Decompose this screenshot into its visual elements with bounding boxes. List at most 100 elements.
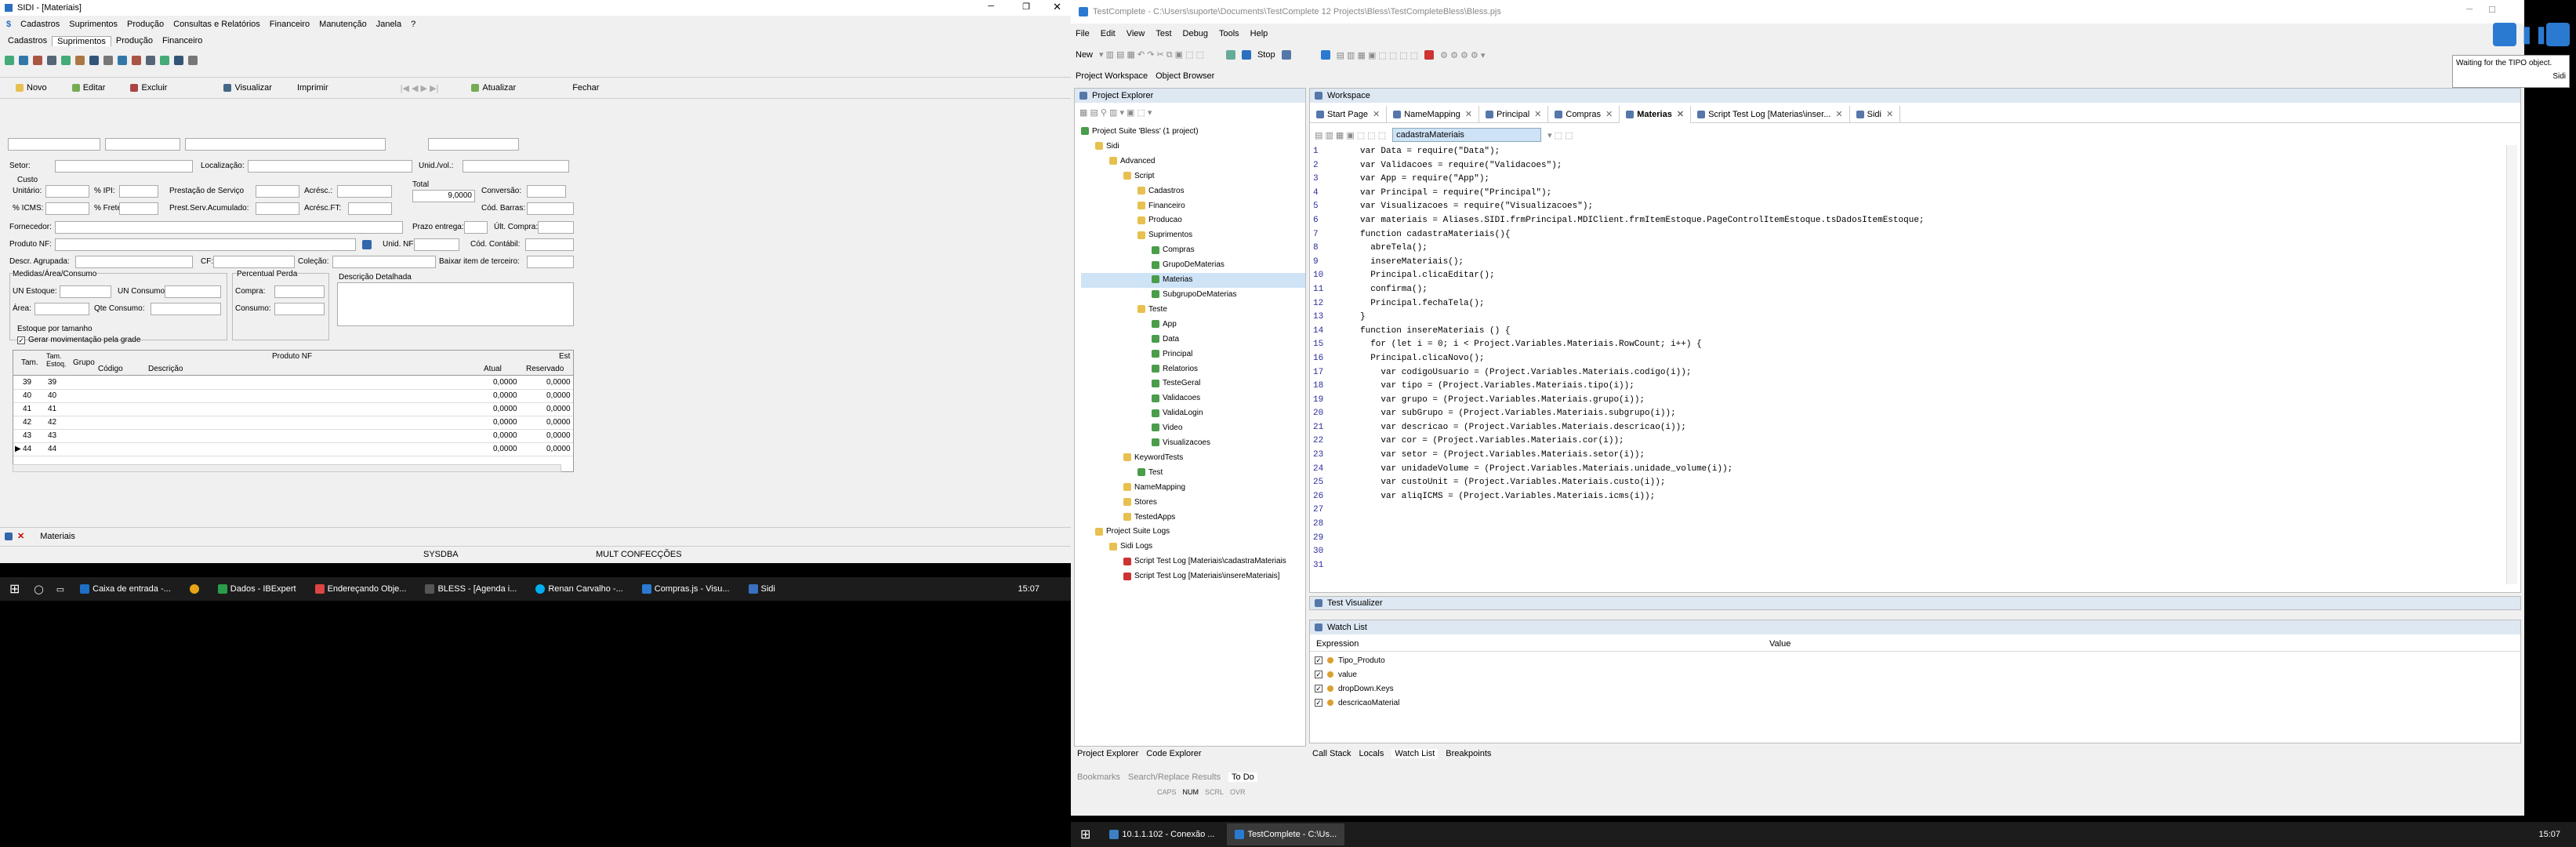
- ult-compra-field[interactable]: [538, 221, 574, 234]
- table-row[interactable]: 40 40 0,0000 0,0000: [13, 390, 573, 403]
- tab-watch-list[interactable]: Watch List: [1391, 749, 1439, 758]
- toolbar-icon[interactable]: [19, 56, 28, 65]
- maximize-icon[interactable]: ☐: [2488, 5, 2496, 15]
- tab-bookmarks[interactable]: Bookmarks: [1077, 772, 1120, 782]
- tree-node[interactable]: Relatorios: [1081, 362, 1305, 377]
- visualizar-button[interactable]: Visualizar: [217, 80, 278, 96]
- materiais-mdi-tab[interactable]: Materiais: [40, 532, 75, 541]
- tc-menu-item[interactable]: View: [1127, 29, 1145, 38]
- tree-node[interactable]: App: [1081, 318, 1305, 333]
- watch-item[interactable]: ✓ Tipo_Produto: [1315, 653, 1785, 667]
- cf-field[interactable]: [213, 256, 295, 268]
- taskbar-item[interactable]: BLESS - [Agenda i...: [417, 578, 524, 600]
- taskbar-item[interactable]: Compras.js - Visu...: [634, 578, 738, 600]
- tc-menu-item[interactable]: Debug: [1183, 29, 1208, 38]
- toolbar-icon[interactable]: [61, 56, 71, 65]
- tab-project-explorer[interactable]: Project Explorer: [1077, 749, 1138, 758]
- toolbar-icon[interactable]: [188, 56, 198, 65]
- pause-icon[interactable]: [1320, 50, 1330, 60]
- taskbar-item[interactable]: TestComplete - C:\Us...: [1227, 823, 1345, 845]
- run-icon[interactable]: [1225, 50, 1235, 60]
- tree-node[interactable]: Producao: [1081, 213, 1305, 228]
- total-field[interactable]: 9,0000: [412, 190, 475, 202]
- code-body[interactable]: var Data = require("Data"); var Validacoe…: [1360, 145, 2458, 503]
- tab-3[interactable]: Financeiro: [158, 36, 207, 45]
- tc-menu-item[interactable]: Test: [1156, 29, 1171, 38]
- produto-nf-field[interactable]: [55, 238, 356, 251]
- acresc-ft-field[interactable]: [348, 202, 392, 215]
- frete-field[interactable]: [119, 202, 158, 215]
- toolbar-icon[interactable]: [33, 56, 42, 65]
- close-icon[interactable]: ✕: [1053, 1, 1061, 13]
- fornecedor-field[interactable]: [55, 221, 403, 234]
- conversao-field[interactable]: [527, 185, 566, 198]
- compra-field[interactable]: [274, 285, 325, 298]
- tree-node[interactable]: Materias: [1081, 273, 1305, 288]
- watch-item[interactable]: ✓ descricaoMaterial: [1315, 696, 1785, 710]
- tc-menu-item[interactable]: Edit: [1101, 29, 1116, 38]
- tab-breakpoints[interactable]: Breakpoints: [1446, 749, 1491, 758]
- stop-icon[interactable]: [2546, 23, 2570, 46]
- un-consumo-field[interactable]: [165, 285, 221, 298]
- ipi-field[interactable]: [119, 185, 158, 198]
- search-icon[interactable]: [362, 240, 372, 249]
- tab-project-workspace[interactable]: Project Workspace: [1076, 71, 1148, 81]
- prazo-field[interactable]: [464, 221, 488, 234]
- tree-node[interactable]: Script Test Log [Materiais\cadastraMater…: [1081, 554, 1305, 569]
- unid-nf-field[interactable]: [414, 238, 459, 251]
- tree-node[interactable]: Project Suite Logs: [1081, 525, 1305, 540]
- debug-icon[interactable]: [1281, 50, 1291, 60]
- form-field[interactable]: [8, 138, 100, 151]
- code-vscroll[interactable]: [2506, 145, 2517, 584]
- table-row[interactable]: 39 39 0,0000 0,0000: [13, 376, 573, 390]
- editor-tab[interactable]: Start Page ✕: [1310, 105, 1388, 123]
- tree-node[interactable]: Advanced: [1081, 154, 1305, 169]
- menu-item[interactable]: Consultas e Relatórios: [173, 20, 260, 29]
- tree-node[interactable]: Data: [1081, 333, 1305, 347]
- toolbar-icon[interactable]: [160, 56, 169, 65]
- form-field[interactable]: [185, 138, 386, 151]
- stop-icon[interactable]: [1241, 50, 1251, 60]
- toolbar-icon[interactable]: [103, 56, 113, 65]
- editor-tab[interactable]: Principal ✕: [1479, 105, 1549, 123]
- record-icon[interactable]: [1424, 50, 1435, 60]
- stop-button[interactable]: Stop: [1257, 50, 1275, 60]
- prest-serv-field[interactable]: [256, 202, 299, 215]
- toolbar-icon[interactable]: [174, 56, 183, 65]
- colecao-field[interactable]: [332, 256, 436, 268]
- tc-menu-item[interactable]: Help: [1250, 29, 1268, 38]
- nav-arrows[interactable]: |◀ ◀ ▶ ▶|: [394, 80, 445, 96]
- app-menu-icon[interactable]: $: [6, 20, 11, 29]
- tree-node[interactable]: Stores: [1081, 496, 1305, 511]
- tab-todo[interactable]: To Do: [1228, 772, 1257, 782]
- taskbar-item[interactable]: Caixa de entrada -...: [72, 578, 179, 600]
- watch-checkbox[interactable]: ✓: [1315, 699, 1322, 707]
- taskbar-item[interactable]: [182, 578, 207, 600]
- close-tab-icon[interactable]: ✕: [1373, 109, 1380, 119]
- close-tab-icon[interactable]: ✕: [1605, 109, 1613, 119]
- watch-item[interactable]: ✓ value: [1315, 667, 1785, 682]
- unid-vol-field[interactable]: [463, 160, 569, 173]
- tree-node[interactable]: Script Test Log [Materiais\insereMateria…: [1081, 569, 1305, 584]
- code-editor[interactable]: 1 2 3 4 5 6 7 8 9 10 11 12 13 14 15 16 17 18 19 20 21 22 23 24 2…: [1310, 145, 2520, 584]
- tree-node[interactable]: Project Suite 'Bless' (1 project): [1081, 125, 1305, 140]
- menu-item[interactable]: Manutenção: [319, 20, 367, 29]
- tree-node[interactable]: Video: [1081, 421, 1305, 436]
- acresc-field[interactable]: [337, 185, 392, 198]
- toolbar-icon[interactable]: [5, 56, 14, 65]
- tree-node[interactable]: GrupoDeMaterias: [1081, 258, 1305, 273]
- close-tab-icon[interactable]: ✕: [1886, 109, 1893, 119]
- qte-consumo-field[interactable]: [151, 303, 221, 315]
- table-row[interactable]: 42 42 0,0000 0,0000: [13, 416, 573, 430]
- form-field[interactable]: [428, 138, 519, 151]
- menu-item[interactable]: ?: [411, 20, 415, 29]
- editor-tab[interactable]: Sidi ✕: [1850, 105, 1901, 123]
- tab-search-replace[interactable]: Search/Replace Results: [1128, 772, 1221, 782]
- table-row[interactable]: 43 43 0,0000 0,0000: [13, 430, 573, 443]
- imprimir-button[interactable]: Imprimir: [291, 80, 335, 96]
- taskbar-item[interactable]: Endereçando Obje...: [307, 578, 415, 600]
- tree-node[interactable]: Sidi: [1081, 140, 1305, 154]
- close-tab-icon[interactable]: ✕: [1465, 109, 1472, 119]
- taskbar-clock[interactable]: 15:07: [1018, 584, 1039, 594]
- taskbar-item[interactable]: 10.1.1.102 - Conexão ...: [1101, 823, 1222, 845]
